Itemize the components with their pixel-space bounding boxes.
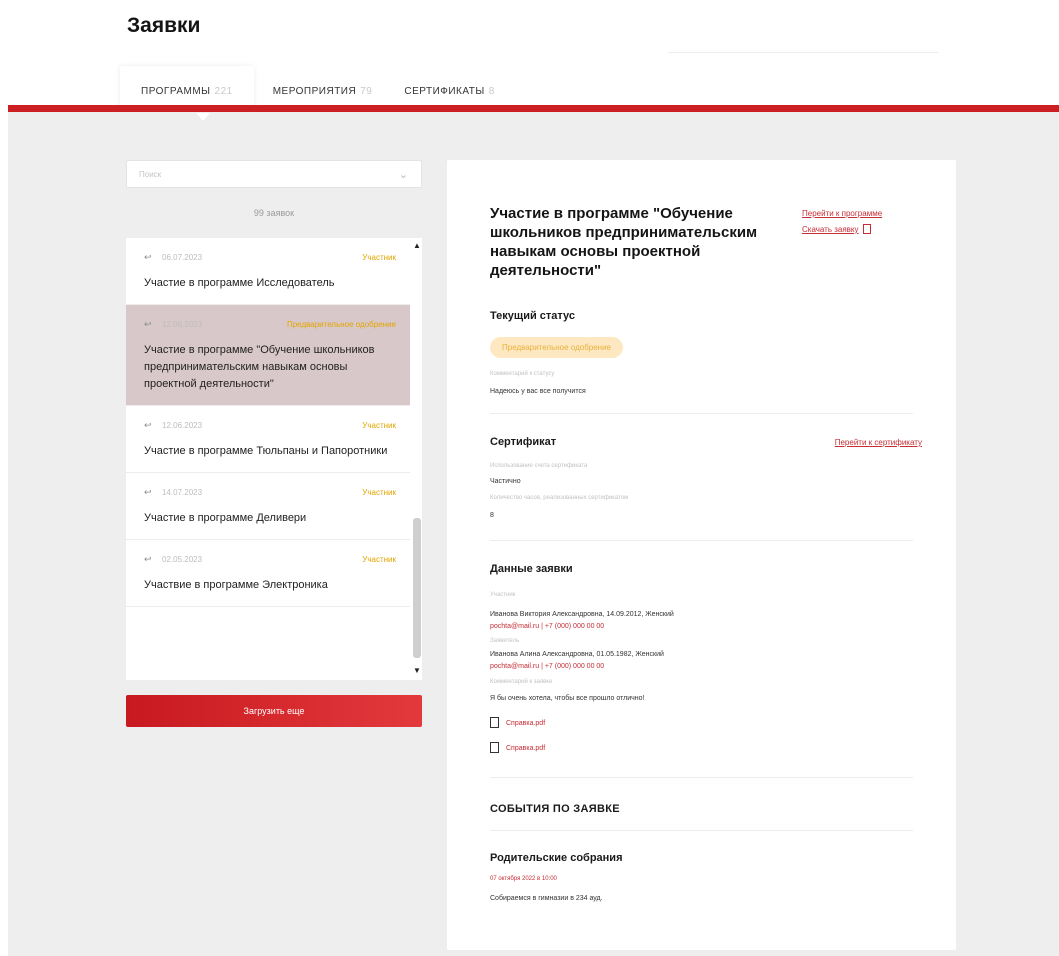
tab-underline-bar xyxy=(8,105,1059,112)
item-date: 14.07.2023 xyxy=(162,488,203,497)
file-icon xyxy=(490,717,499,728)
tab-label: МЕРОПРИЯТИЯ xyxy=(272,86,357,97)
item-title: Участие в программе Исследователь xyxy=(144,277,335,289)
divider xyxy=(490,830,913,831)
detail-links: Перейти к программе Скачать заявку xyxy=(802,206,882,238)
document-icon xyxy=(862,224,871,234)
event-date: 07 октября 2022 в 10:00 xyxy=(490,876,557,882)
event-title: Родительские собрания xyxy=(490,852,623,864)
item-date: 12.06.2023 xyxy=(162,320,203,329)
go-to-certificate-link[interactable]: Перейти к сертификату xyxy=(835,438,922,447)
item-title: Участие в программе Тюльпаны и Папоротни… xyxy=(144,445,388,457)
divider xyxy=(490,540,913,541)
file-link[interactable]: Справка.pdf xyxy=(490,742,545,753)
status-badge: Предварительное одобрение xyxy=(490,337,624,358)
page-header: Заявки ПРОГРАММЫ 221 МЕРОПРИЯТИЯ 79 СЕРТИФ… xyxy=(0,0,1059,121)
scroll-up-icon[interactable]: ▲ xyxy=(413,241,421,250)
request-data-title: Данные заявки xyxy=(490,563,573,575)
participant: Иванова Виктория Александровна, 14.09.20… xyxy=(490,611,674,618)
event-text: Собираемся в гимназии в 234 ауд. xyxy=(490,895,603,902)
reply-icon: ↩ xyxy=(144,319,152,329)
reply-icon: ↩ xyxy=(144,420,152,430)
request-comment: Я бы очень хотела, чтобы все прошло отли… xyxy=(490,695,645,702)
applicant-label: Заявитель xyxy=(490,638,520,644)
divider xyxy=(490,413,913,414)
item-title: Участие в программе "Обучение школьников… xyxy=(144,344,375,390)
search-placeholder: Поиск xyxy=(139,170,162,179)
item-status: Участник xyxy=(362,488,396,497)
item-title: Участвие в программе Электроника xyxy=(144,579,328,591)
list-item[interactable]: ↩ 02.05.2023 Участник Участвие в программе… xyxy=(126,540,410,607)
scroll-down-icon[interactable]: ▼ xyxy=(413,666,421,675)
item-status: Участник xyxy=(362,253,396,262)
comment-label: Комментарий к заявке xyxy=(490,679,553,685)
list-item[interactable]: ↩ 14.07.2023 Участник Участие в программе … xyxy=(126,473,410,540)
item-date: 12.06.2023 xyxy=(162,421,203,430)
cert-hours-label: Количество часов, реализованных сертифик… xyxy=(490,495,629,501)
tab-count: 8 xyxy=(488,86,495,97)
search-select[interactable]: Поиск ⌄ xyxy=(126,160,422,188)
item-status: Участник xyxy=(362,555,396,564)
item-title: Участие в программе Деливери xyxy=(144,512,307,524)
tab-count: 221 xyxy=(214,86,233,97)
tab-label: ПРОГРАММЫ xyxy=(141,86,211,97)
applicant-contacts[interactable]: pochta@mail.ru | +7 (000) 000 00 00 xyxy=(490,663,604,670)
list-item[interactable]: ↩ 12.06.2023 Участник Участие в программе … xyxy=(126,406,410,473)
status-comment: Надеюсь у вас все получится xyxy=(490,388,586,395)
list-item-selected[interactable]: ↩ 12.06.2023 Предварительное одобрение Уча… xyxy=(126,305,410,406)
scroll-thumb[interactable] xyxy=(413,518,421,658)
file-link[interactable]: Справка.pdf xyxy=(490,717,545,728)
header-divider xyxy=(668,52,938,53)
detail-title: Участие в программе "Обучение школьников… xyxy=(490,205,758,279)
list-item[interactable]: ↩ 06.07.2023 Участник Участие в программе … xyxy=(126,238,410,305)
reply-icon: ↩ xyxy=(144,487,152,497)
file-icon xyxy=(490,742,499,753)
cert-usage: Частично xyxy=(490,478,521,485)
item-status: Предварительное одобрение xyxy=(286,320,396,329)
cert-hours: 8 xyxy=(490,512,494,519)
chevron-down-icon: ⌄ xyxy=(398,169,408,181)
request-detail-panel: Участие в программе "Обучение школьников… xyxy=(447,160,956,950)
status-section-title: Текущий статус xyxy=(490,310,576,322)
go-to-program-link[interactable]: Перейти к программе xyxy=(802,209,882,218)
reply-icon: ↩ xyxy=(144,252,152,262)
download-request-link[interactable]: Скачать заявку xyxy=(802,225,859,234)
applicant: Иванова Алина Александровна, 01.05.1982,… xyxy=(490,651,664,658)
tab-label: СЕРТИФИКАТЫ xyxy=(404,86,485,97)
request-list: ↩ 06.07.2023 Участник Участие в программе … xyxy=(126,238,422,680)
participant-contacts[interactable]: pochta@mail.ru | +7 (000) 000 00 00 xyxy=(490,623,604,630)
divider xyxy=(490,777,913,778)
item-status: Участник xyxy=(362,421,396,430)
load-more-button[interactable]: Загрузить еще xyxy=(126,695,422,727)
events-section-title: СОБЫТИЯ ПО ЗАЯВКЕ xyxy=(490,803,620,815)
cert-usage-label: Использование счета сертификата xyxy=(490,463,588,469)
tab-count: 79 xyxy=(360,86,373,97)
status-comment-label: Комментарий к статусу xyxy=(490,371,555,377)
request-count: 99 заявок xyxy=(253,208,295,218)
certificate-section-title: Сертификат xyxy=(490,436,557,448)
scrollbar[interactable]: ▲ ▼ xyxy=(412,238,422,680)
reply-icon: ↩ xyxy=(144,554,152,564)
page-title: Заявки xyxy=(127,14,201,37)
item-date: 06.07.2023 xyxy=(162,253,203,262)
participant-label: Участник xyxy=(490,592,516,598)
item-date: 02.05.2023 xyxy=(162,555,203,564)
